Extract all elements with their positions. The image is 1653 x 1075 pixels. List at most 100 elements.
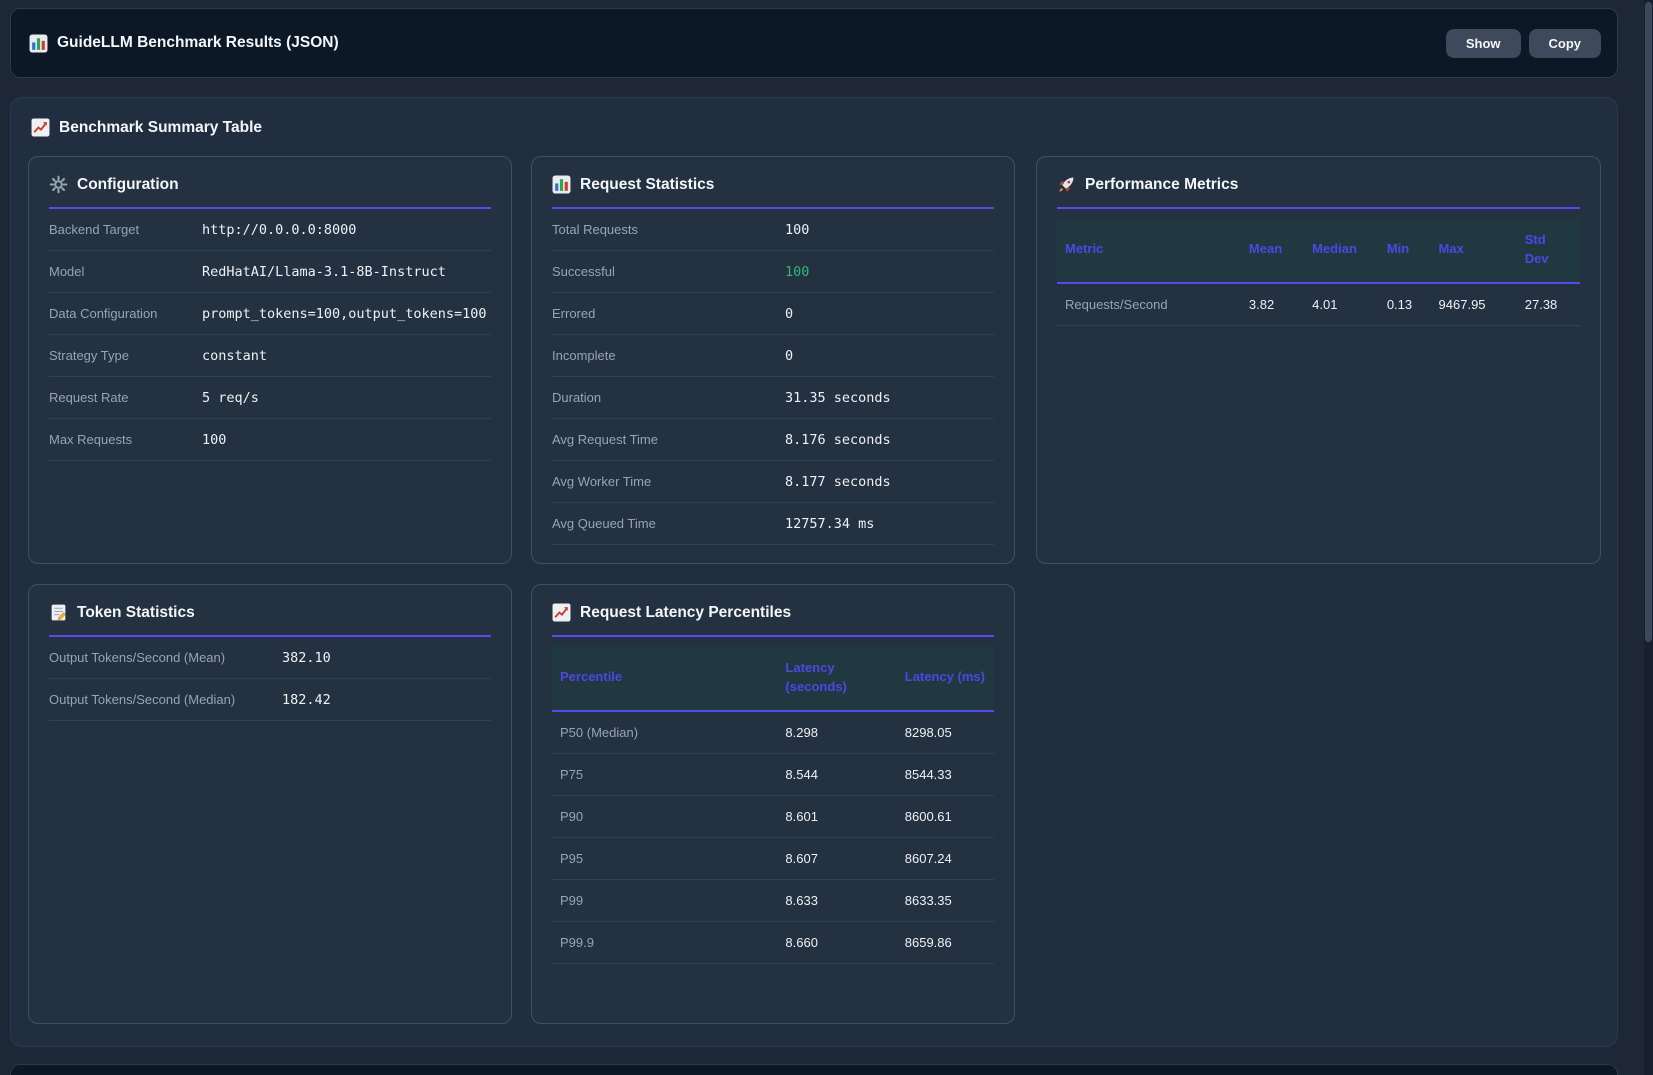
latency-ms: 8659.86 (897, 921, 994, 963)
chart-increasing-icon (31, 118, 50, 137)
row-value: 382.10 (282, 650, 331, 666)
memo-icon (49, 603, 68, 622)
row-value: http://0.0.0.0:8000 (202, 222, 356, 238)
latency-ms: 8544.33 (897, 753, 994, 795)
scrollbar (1644, 0, 1653, 1075)
scrollbar-thumb[interactable] (1645, 2, 1652, 642)
row-label: Backend Target (49, 222, 202, 237)
table-header-row: Percentile Latency (seconds) Latency (ms… (552, 646, 994, 711)
performance-metrics-card: Performance Metrics Metric Mean Median M… (1036, 156, 1601, 564)
table-row: P50 (Median) 8.298 8298.05 (552, 711, 994, 754)
metric-mean: 3.82 (1241, 283, 1304, 326)
request-statistics-rows: Total Requests100 Successful100 Errored0… (552, 209, 994, 545)
row-value: RedHatAI/Llama-3.1-8B-Instruct (202, 264, 446, 280)
show-button[interactable]: Show (1446, 29, 1521, 58)
percentile-name: P90 (552, 795, 777, 837)
column-header: Mean (1241, 218, 1304, 283)
stat-row: Avg Worker Time8.177 seconds (552, 461, 994, 503)
latency-ms: 8633.35 (897, 879, 994, 921)
latency-ms: 8600.61 (897, 795, 994, 837)
column-header: Min (1379, 218, 1431, 283)
row-value: prompt_tokens=100,output_tokens=100 (202, 306, 486, 322)
request-statistics-card: Request Statistics Total Requests100 Suc… (531, 156, 1015, 564)
configuration-card: Configuration Backend Targethttp://0.0.0… (28, 156, 512, 564)
row-label: Model (49, 264, 202, 279)
config-row: Request Rate5 req/s (49, 377, 491, 419)
row-value: 182.42 (282, 692, 331, 708)
latency-seconds: 8.601 (777, 795, 896, 837)
performance-metrics-table: Metric Mean Median Min Max Std Dev Reque… (1057, 218, 1580, 326)
table-row: P90 8.601 8600.61 (552, 795, 994, 837)
row-label: Output Tokens/Second (Median) (49, 692, 282, 707)
row-value: 8.176 seconds (785, 432, 891, 448)
header-title-group: GuideLLM Benchmark Results (JSON) (29, 34, 339, 53)
latency-seconds: 8.660 (777, 921, 896, 963)
row-value: 5 req/s (202, 390, 259, 406)
row-label: Successful (552, 264, 785, 279)
row-label: Incomplete (552, 348, 785, 363)
footer-section-edge (10, 1064, 1618, 1075)
row-label: Errored (552, 306, 785, 321)
column-header: Metric (1057, 218, 1241, 283)
row-value-success: 100 (785, 264, 809, 280)
stat-row: Duration31.35 seconds (552, 377, 994, 419)
metric-stddev: 27.38 (1517, 283, 1580, 326)
table-row: P75 8.544 8544.33 (552, 753, 994, 795)
latency-percentiles-table: Percentile Latency (seconds) Latency (ms… (552, 646, 994, 964)
percentile-name: P99 (552, 879, 777, 921)
config-row: Max Requests100 (49, 419, 491, 461)
column-header: Latency (seconds) (777, 646, 896, 711)
token-statistics-rows: Output Tokens/Second (Mean)382.10 Output… (49, 637, 491, 721)
table-row: Requests/Second 3.82 4.01 0.13 9467.95 2… (1057, 283, 1580, 326)
card-title: Request Latency Percentiles (580, 604, 791, 622)
card-title: Request Statistics (580, 176, 714, 194)
config-row: ModelRedHatAI/Llama-3.1-8B-Instruct (49, 251, 491, 293)
table-row: P95 8.607 8607.24 (552, 837, 994, 879)
row-label: Avg Queued Time (552, 516, 785, 531)
header-buttons: Show Copy (1446, 29, 1601, 58)
latency-ms: 8607.24 (897, 837, 994, 879)
page-title: GuideLLM Benchmark Results (JSON) (57, 34, 339, 52)
title-divider (1057, 207, 1580, 209)
row-value: 12757.34 ms (785, 516, 874, 532)
row-label: Data Configuration (49, 306, 202, 321)
latency-ms: 8298.05 (897, 711, 994, 754)
configuration-rows: Backend Targethttp://0.0.0.0:8000 ModelR… (49, 209, 491, 461)
token-row: Output Tokens/Second (Median)182.42 (49, 679, 491, 721)
column-header: Percentile (552, 646, 777, 711)
row-label: Avg Request Time (552, 432, 785, 447)
table-row: P99 8.633 8633.35 (552, 879, 994, 921)
benchmark-summary-section: Benchmark Summary Table Configuration Ba… (10, 97, 1618, 1047)
title-divider (552, 635, 994, 637)
card-title: Configuration (77, 176, 179, 194)
row-value: constant (202, 348, 267, 364)
latency-seconds: 8.607 (777, 837, 896, 879)
bar-chart-icon (29, 34, 48, 53)
latency-seconds: 8.633 (777, 879, 896, 921)
table-header-row: Metric Mean Median Min Max Std Dev (1057, 218, 1580, 283)
row-value: 100 (785, 222, 809, 238)
section-heading: Benchmark Summary Table (31, 118, 262, 137)
percentile-name: P95 (552, 837, 777, 879)
copy-button[interactable]: Copy (1529, 29, 1602, 58)
row-label: Output Tokens/Second (Mean) (49, 650, 282, 665)
stat-row: Incomplete0 (552, 335, 994, 377)
column-header: Median (1304, 218, 1379, 283)
metric-median: 4.01 (1304, 283, 1379, 326)
bar-chart-icon (552, 175, 571, 194)
row-label: Duration (552, 390, 785, 405)
percentile-name: P99.9 (552, 921, 777, 963)
percentile-name: P75 (552, 753, 777, 795)
request-latency-percentiles-card: Request Latency Percentiles Percentile L… (531, 584, 1015, 1024)
stat-row: Avg Request Time8.176 seconds (552, 419, 994, 461)
row-label: Strategy Type (49, 348, 202, 363)
row-value: 31.35 seconds (785, 390, 891, 406)
stat-row: Avg Queued Time12757.34 ms (552, 503, 994, 545)
section-heading-label: Benchmark Summary Table (59, 119, 262, 137)
config-row: Data Configurationprompt_tokens=100,outp… (49, 293, 491, 335)
row-value: 0 (785, 306, 793, 322)
table-row: P99.9 8.660 8659.86 (552, 921, 994, 963)
stat-row: Successful100 (552, 251, 994, 293)
header-bar: GuideLLM Benchmark Results (JSON) Show C… (10, 8, 1618, 78)
column-header: Latency (ms) (897, 646, 994, 711)
